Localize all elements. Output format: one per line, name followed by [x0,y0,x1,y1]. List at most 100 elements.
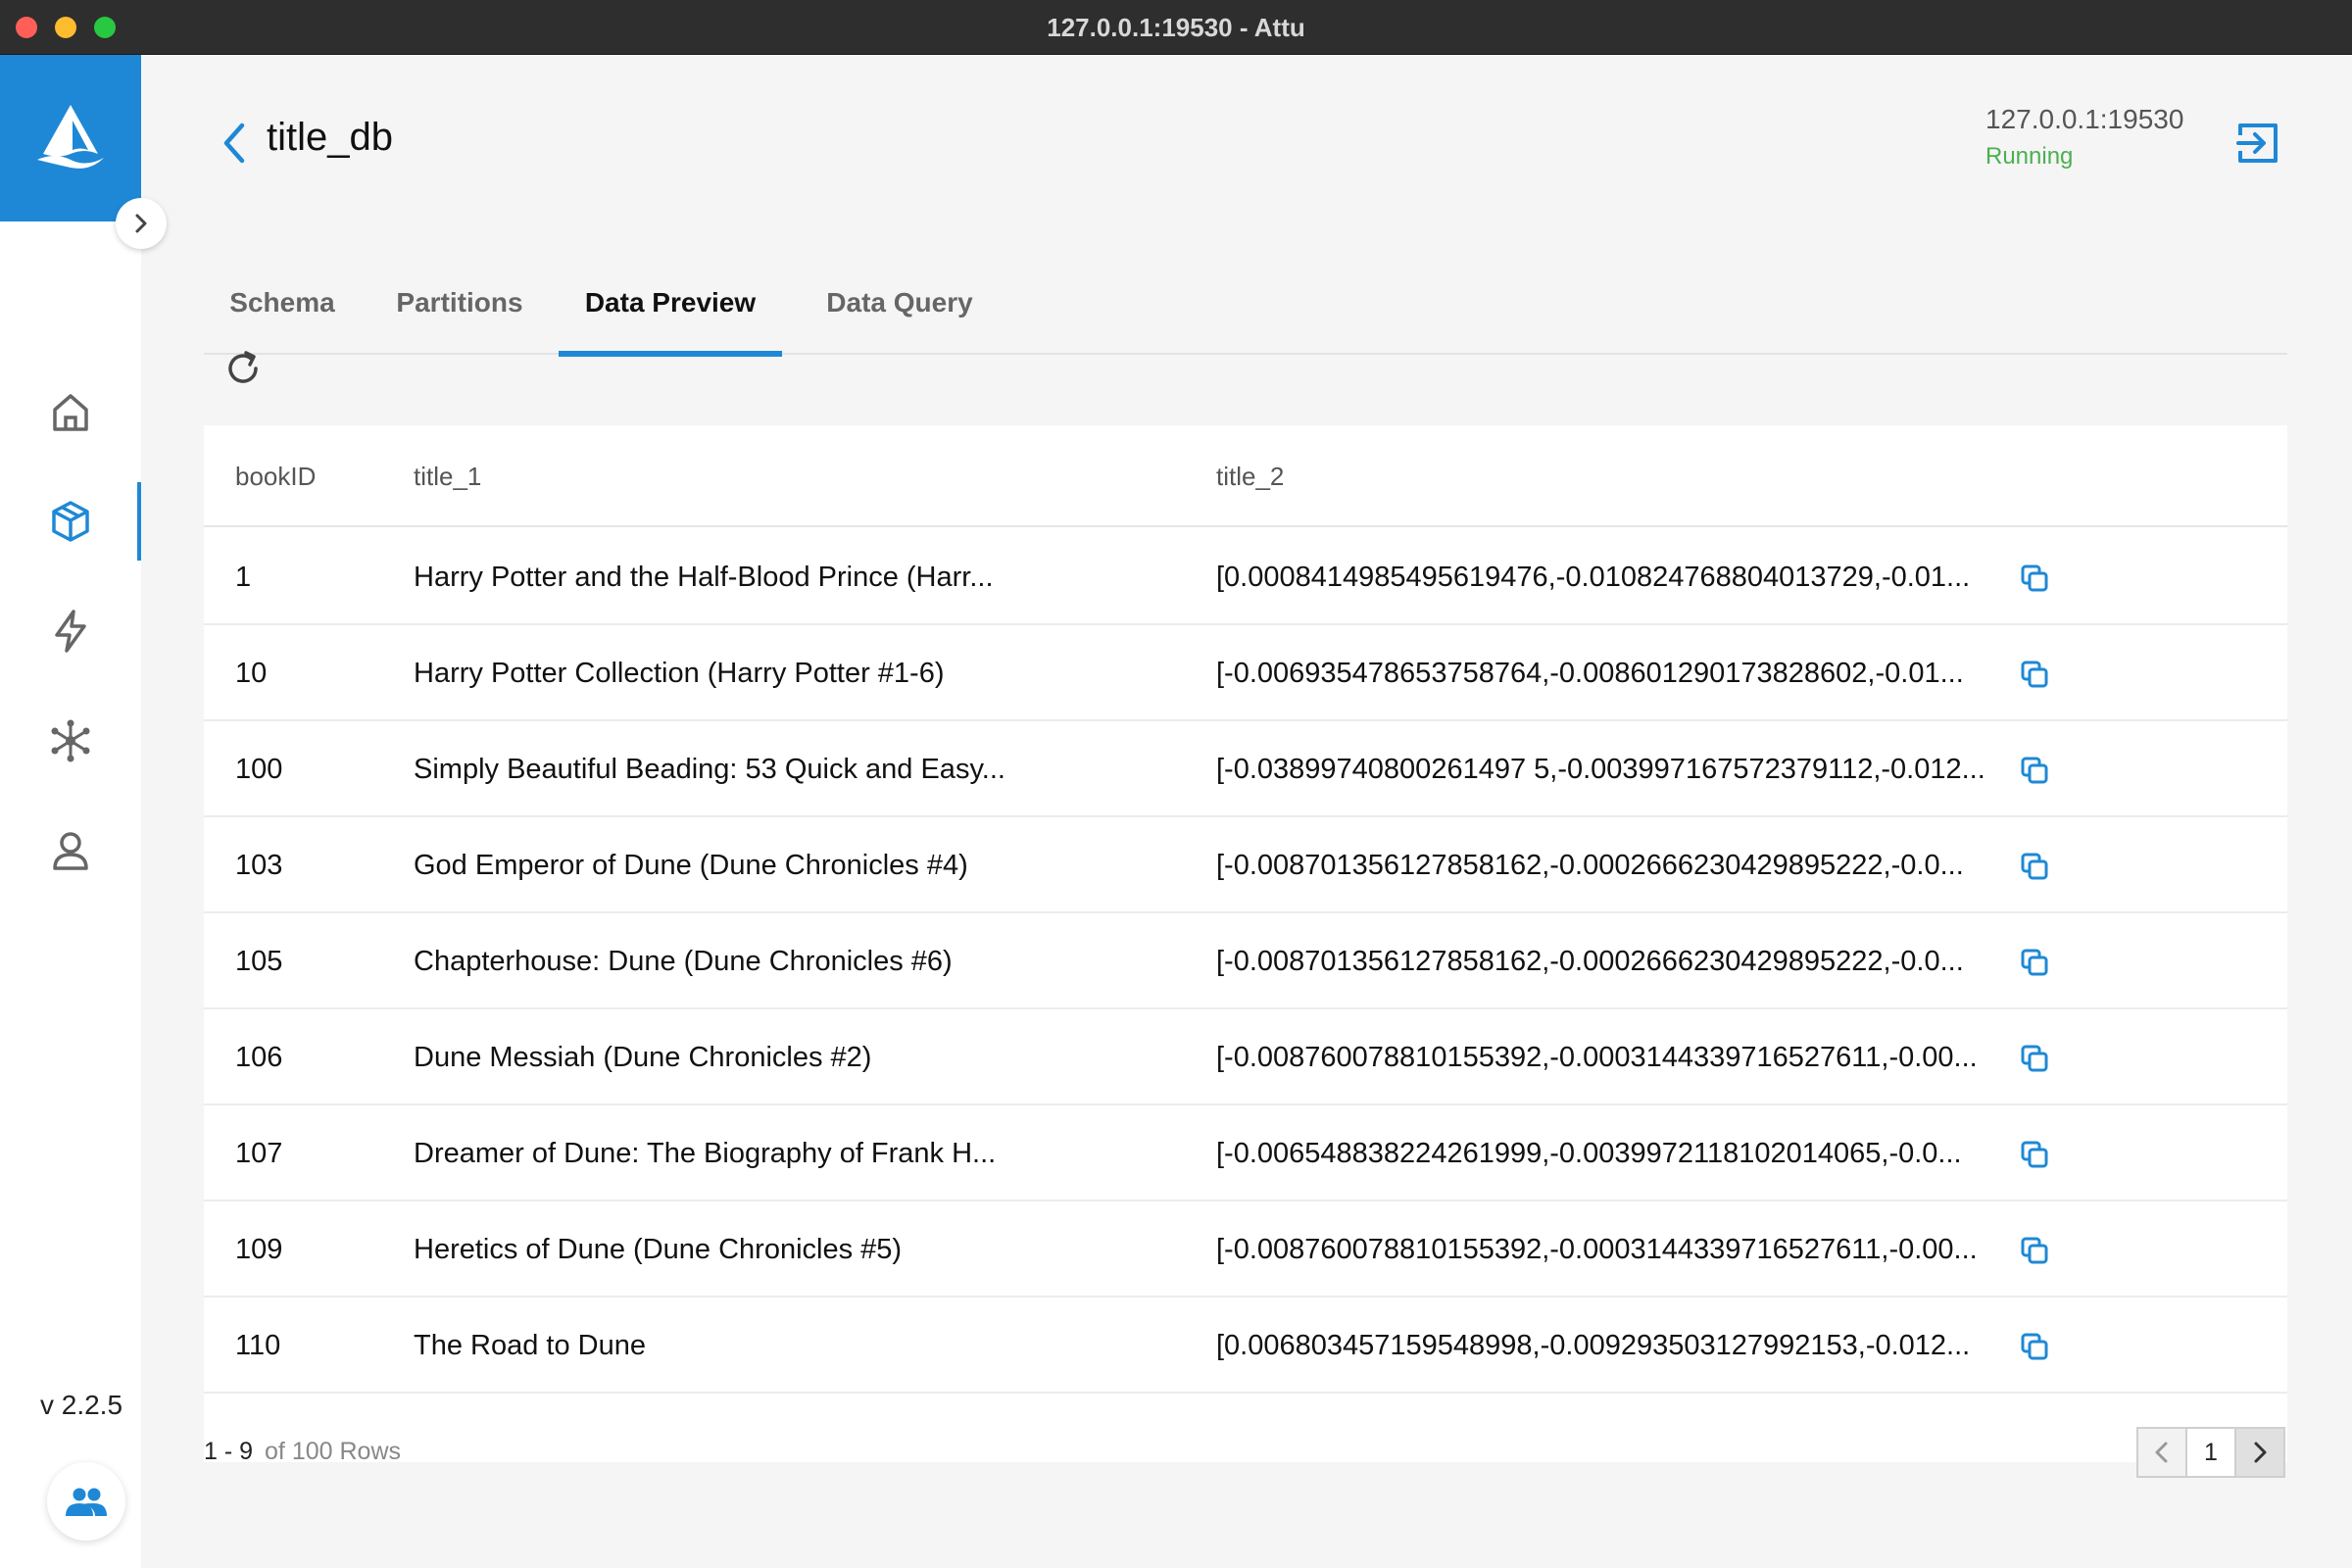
table-row[interactable]: 103 God Emperor of Dune (Dune Chronicles … [204,817,2287,913]
cell-title-1: Harry Potter Collection (Harry Potter #1… [414,658,945,689]
table-row[interactable]: 109 Heretics of Dune (Dune Chronicles #5)… [204,1201,2287,1298]
cell-title-1: Dreamer of Dune: The Biography of Frank … [414,1138,997,1169]
milvus-logo-icon [37,105,104,169]
refresh-icon [228,351,258,383]
column-header-bookid[interactable]: bookID [235,425,316,527]
logout-button[interactable] [2229,114,2287,172]
pagination: 1 [2136,1427,2285,1478]
copy-vector-button[interactable] [2015,943,2054,982]
collection-tabs: Schema Partitions Data Preview Data Quer… [204,251,2287,357]
nav-collections[interactable] [0,482,141,561]
cell-bookid: 107 [235,1138,283,1169]
connection-status: Running [1985,143,2074,170]
app-version: v 2.2.5 [39,1390,123,1420]
cell-bookid: 105 [235,946,283,977]
table-row[interactable]: 107 Dreamer of Dune: The Biography of Fra… [204,1105,2287,1201]
cell-title-1: Simply Beautiful Beading: 53 Quick and E… [414,754,1005,785]
cell-title-2: [-0.006548838224261999,-0.00399721181020… [1216,1138,1962,1169]
cube-icon [52,501,89,542]
cell-title-2: [-0.008701356127858162,-0.00026662304298… [1216,946,1964,977]
nav-system[interactable] [0,702,141,780]
copy-vector-button[interactable] [2015,1135,2054,1174]
window-titlebar: 127.0.0.1:19530 - Attu [0,0,2352,55]
cell-title-2: [-0.008701356127858162,-0.00026662304298… [1216,850,1964,881]
tab-data-preview[interactable]: Data Preview [559,251,782,357]
chevron-right-icon [135,214,147,233]
table-row[interactable]: 100 Simply Beautiful Beading: 53 Quick an… [204,721,2287,817]
next-page-button[interactable] [2234,1427,2285,1478]
row-range: 1 - 9 [204,1438,254,1465]
cell-bookid: 100 [235,754,283,785]
table-row[interactable]: 110 The Road to Dune [0.006803457159548998… [204,1298,2287,1394]
copy-icon [2021,1333,2048,1360]
tab-data-query[interactable]: Data Query [782,251,1017,355]
tab-partitions[interactable]: Partitions [361,251,559,355]
cell-title-2: [-0.008760078810155392,-0.00031443397165… [1216,1042,1978,1073]
attu-logo[interactable] [0,55,141,221]
home-icon [53,394,88,431]
cell-title-2: [-0.008760078810155392,-0.00031443397165… [1216,1234,1978,1265]
main-content: title_db 127.0.0.1:19530 Running Schema … [141,55,2352,1568]
nav-search[interactable] [0,592,141,670]
cell-title-1: Harry Potter and the Half-Blood Prince (… [414,562,994,593]
back-button[interactable] [216,114,255,172]
copy-icon [2021,1045,2048,1072]
row-total: of 100 Rows [265,1438,401,1465]
logout-icon [2236,123,2278,163]
data-preview-table: bookID title_1 title_2 1 Harry Potter and… [204,425,2287,1462]
chevron-left-icon [2155,1442,2168,1463]
cell-title-1: The Road to Dune [414,1330,646,1361]
copy-icon [2021,949,2048,976]
copy-vector-button[interactable] [2015,1039,2054,1078]
team-button[interactable] [47,1462,125,1541]
cell-title-2: [0.006803457159548998,-0.009293503127992… [1216,1330,1971,1361]
refresh-button[interactable] [214,339,272,398]
copy-icon [2021,564,2048,592]
cell-title-2: [-0.006935478653758764,-0.00860129017382… [1216,658,1964,689]
cell-bookid: 1 [235,562,252,593]
cell-title-1: God Emperor of Dune (Dune Chronicles #4) [414,850,968,881]
nav-home[interactable] [0,372,141,451]
table-row[interactable]: 1 Harry Potter and the Half-Blood Prince … [204,529,2287,625]
table-row[interactable]: 10 Harry Potter Collection (Harry Potter … [204,625,2287,721]
people-icon [66,1488,107,1516]
copy-icon [2021,853,2048,880]
lightning-icon [55,610,86,653]
table-row[interactable]: 106 Dune Messiah (Dune Chronicles #2) [-0.… [204,1009,2287,1105]
chevron-left-icon [223,122,245,164]
cell-bookid: 103 [235,850,283,881]
cell-title-1: Heretics of Dune (Dune Chronicles #5) [414,1234,903,1265]
copy-vector-button[interactable] [2015,1231,2054,1270]
copy-vector-button[interactable] [2015,751,2054,790]
expand-sidebar-button[interactable] [116,198,167,249]
network-icon [51,719,90,762]
copy-icon [2021,1237,2048,1264]
user-icon [53,832,88,870]
copy-vector-button[interactable] [2015,847,2054,886]
current-page: 1 [2187,1427,2234,1478]
cell-title-1: Dune Messiah (Dune Chronicles #2) [414,1042,872,1073]
copy-vector-button[interactable] [2015,1327,2054,1366]
column-header-title-1[interactable]: title_1 [414,425,481,527]
copy-icon [2021,757,2048,784]
copy-vector-button[interactable] [2015,559,2054,598]
previous-page-button[interactable] [2136,1427,2187,1478]
window-title: 127.0.0.1:19530 - Attu [1047,13,1305,42]
cell-title-2: [0.0008414985495619476,-0.01082476880401… [1216,562,1971,593]
cell-title-1: Chapterhouse: Dune (Dune Chronicles #6) [414,946,953,977]
page-title: title_db [267,116,393,159]
cell-title-2: [-0.03899740800261497 5,-0.0039971675723… [1216,754,1985,785]
copy-icon [2021,1141,2048,1168]
connection-address: 127.0.0.1:19530 [1985,104,2184,134]
cell-bookid: 109 [235,1234,283,1265]
table-header: bookID title_1 title_2 [204,425,2287,527]
sidebar: v 2.2.5 [0,55,167,1568]
cell-bookid: 10 [235,658,268,689]
row-count: 1 - 9 of 100 Rows [204,1438,401,1466]
cell-bookid: 110 [235,1330,281,1361]
table-row[interactable]: 105 Chapterhouse: Dune (Dune Chronicles #… [204,913,2287,1009]
chevron-right-icon [2254,1442,2267,1463]
copy-vector-button[interactable] [2015,655,2054,694]
nav-users[interactable] [0,811,141,890]
column-header-title-2[interactable]: title_2 [1216,425,1284,527]
